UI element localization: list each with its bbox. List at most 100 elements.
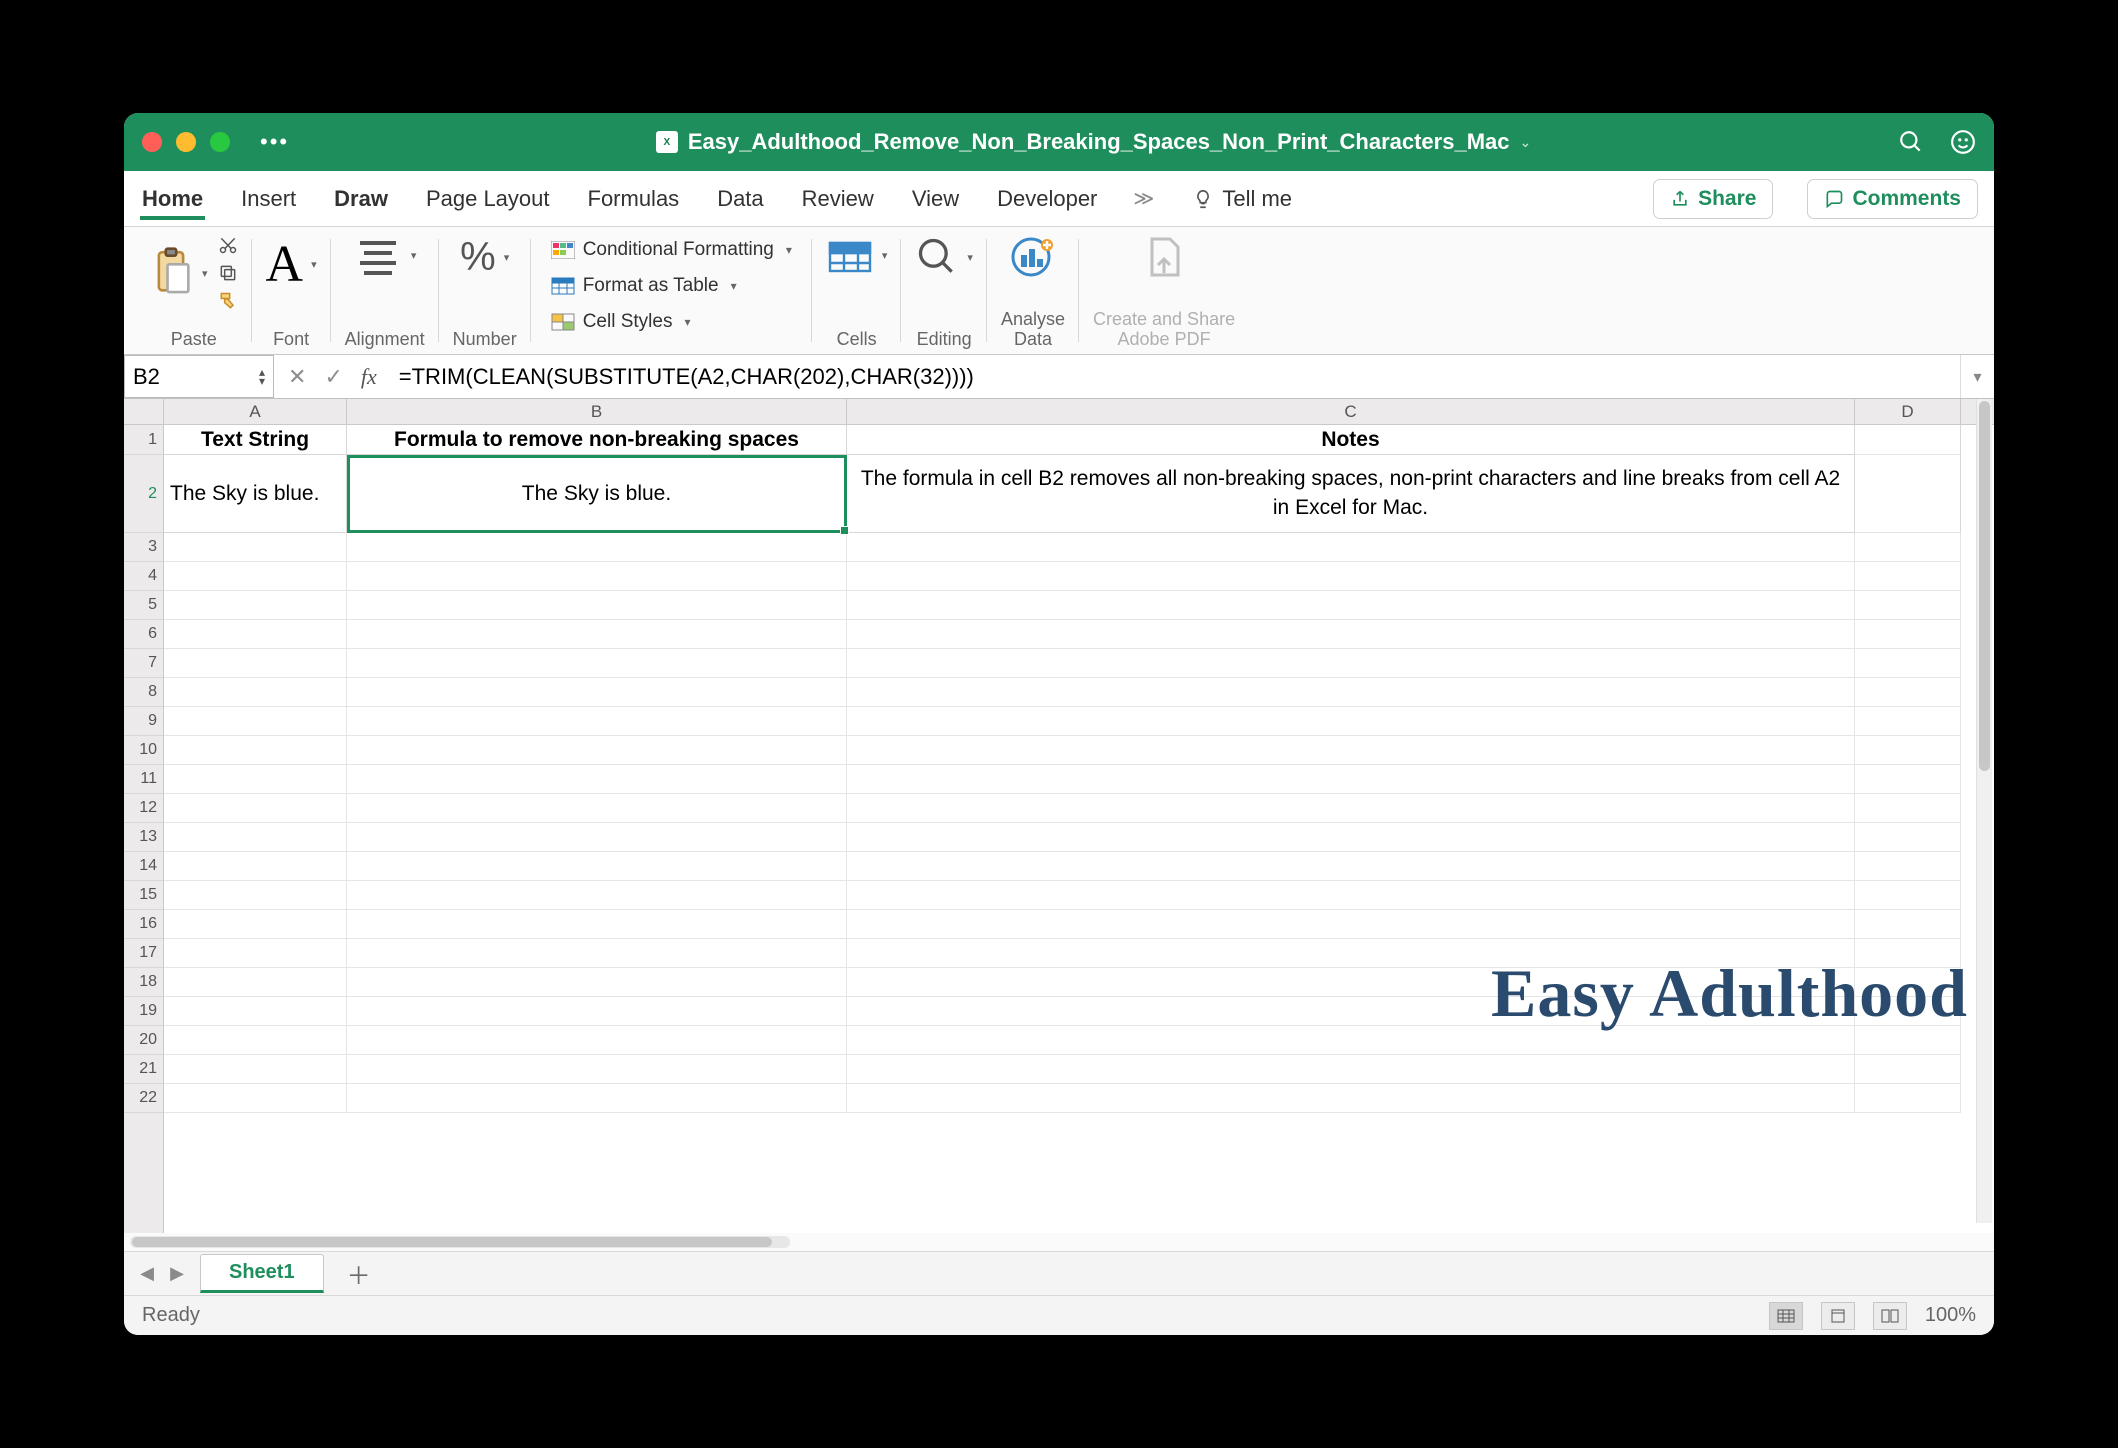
- cell-D9[interactable]: [1855, 707, 1961, 736]
- row-header-15[interactable]: 15: [124, 881, 163, 910]
- tabs-overflow-icon[interactable]: ≫: [1133, 186, 1154, 211]
- cell-D12[interactable]: [1855, 794, 1961, 823]
- cell-C21[interactable]: [847, 1055, 1855, 1084]
- row-header-21[interactable]: 21: [124, 1055, 163, 1084]
- cell-A12[interactable]: [164, 794, 347, 823]
- close-window-button[interactable]: [142, 132, 162, 152]
- cell-D8[interactable]: [1855, 678, 1961, 707]
- cancel-formula-icon[interactable]: ✕: [288, 364, 306, 390]
- analyse-data-icon[interactable]: [1009, 235, 1057, 279]
- cell-B11[interactable]: [347, 765, 847, 794]
- cell-C6[interactable]: [847, 620, 1855, 649]
- col-header-D[interactable]: D: [1855, 399, 1961, 424]
- number-dropdown-icon[interactable]: ▾: [504, 251, 510, 264]
- cell-B10[interactable]: [347, 736, 847, 765]
- cell-A18[interactable]: [164, 968, 347, 997]
- tab-page-layout[interactable]: Page Layout: [424, 178, 552, 220]
- cell-D7[interactable]: [1855, 649, 1961, 678]
- row-header-12[interactable]: 12: [124, 794, 163, 823]
- title-dropdown-icon[interactable]: ⌄: [1520, 134, 1532, 151]
- row-header-3[interactable]: 3: [124, 533, 163, 562]
- row-header-22[interactable]: 22: [124, 1084, 163, 1113]
- row-header-5[interactable]: 5: [124, 591, 163, 620]
- col-header-C[interactable]: C: [847, 399, 1855, 424]
- cell-A7[interactable]: [164, 649, 347, 678]
- tab-home[interactable]: Home: [140, 178, 205, 220]
- cell-A8[interactable]: [164, 678, 347, 707]
- cell-C2[interactable]: The formula in cell B2 removes all non-b…: [847, 455, 1855, 533]
- titlebar-overflow-button[interactable]: •••: [260, 129, 289, 155]
- cell-B14[interactable]: [347, 852, 847, 881]
- fullscreen-window-button[interactable]: [210, 132, 230, 152]
- cell-B5[interactable]: [347, 591, 847, 620]
- name-box-stepper[interactable]: ▴▾: [259, 368, 265, 386]
- tab-data[interactable]: Data: [715, 178, 765, 220]
- paste-icon[interactable]: [150, 247, 192, 299]
- row-header-16[interactable]: 16: [124, 910, 163, 939]
- cell-D16[interactable]: [1855, 910, 1961, 939]
- cell-B18[interactable]: [347, 968, 847, 997]
- cell-B3[interactable]: [347, 533, 847, 562]
- cell-B8[interactable]: [347, 678, 847, 707]
- format-painter-icon[interactable]: [218, 291, 238, 311]
- cell-C11[interactable]: [847, 765, 1855, 794]
- name-box[interactable]: B2 ▴▾: [124, 355, 274, 398]
- cell-styles-button[interactable]: Cell Styles ▾: [545, 307, 697, 337]
- row-header-4[interactable]: 4: [124, 562, 163, 591]
- alignment-dropdown-icon[interactable]: ▾: [411, 249, 417, 262]
- page-layout-view-button[interactable]: [1821, 1302, 1855, 1330]
- cell-B13[interactable]: [347, 823, 847, 852]
- tab-insert[interactable]: Insert: [239, 178, 298, 220]
- col-header-B[interactable]: B: [347, 399, 847, 424]
- cell-A6[interactable]: [164, 620, 347, 649]
- cell-C12[interactable]: [847, 794, 1855, 823]
- cell-D15[interactable]: [1855, 881, 1961, 910]
- tab-view[interactable]: View: [910, 178, 961, 220]
- cell-A19[interactable]: [164, 997, 347, 1026]
- zoom-level-label[interactable]: 100%: [1925, 1304, 1976, 1327]
- cell-A13[interactable]: [164, 823, 347, 852]
- page-break-view-button[interactable]: [1873, 1302, 1907, 1330]
- row-header-13[interactable]: 13: [124, 823, 163, 852]
- vertical-scrollbar[interactable]: [1976, 399, 1992, 1223]
- row-header-7[interactable]: 7: [124, 649, 163, 678]
- cells-dropdown-icon[interactable]: ▾: [882, 249, 888, 262]
- row-header-9[interactable]: 9: [124, 707, 163, 736]
- cell-B22[interactable]: [347, 1084, 847, 1113]
- row-header-6[interactable]: 6: [124, 620, 163, 649]
- cell-C1[interactable]: Notes: [847, 425, 1855, 455]
- cell-A1[interactable]: Text String: [164, 425, 347, 455]
- horizontal-scrollbar[interactable]: [130, 1236, 790, 1248]
- next-sheet-button[interactable]: ▶: [162, 1263, 192, 1284]
- cell-A17[interactable]: [164, 939, 347, 968]
- minimize-window-button[interactable]: [176, 132, 196, 152]
- cell-A4[interactable]: [164, 562, 347, 591]
- row-header-20[interactable]: 20: [124, 1026, 163, 1055]
- cell-B21[interactable]: [347, 1055, 847, 1084]
- font-icon[interactable]: A: [266, 235, 304, 294]
- cell-C22[interactable]: [847, 1084, 1855, 1113]
- cell-B17[interactable]: [347, 939, 847, 968]
- cell-C3[interactable]: [847, 533, 1855, 562]
- cell-C5[interactable]: [847, 591, 1855, 620]
- cell-B6[interactable]: [347, 620, 847, 649]
- cell-D22[interactable]: [1855, 1084, 1961, 1113]
- fx-icon[interactable]: fx: [361, 364, 377, 390]
- tab-draw[interactable]: Draw: [332, 178, 390, 220]
- cell-B19[interactable]: [347, 997, 847, 1026]
- cell-C7[interactable]: [847, 649, 1855, 678]
- cell-A3[interactable]: [164, 533, 347, 562]
- editing-dropdown-icon[interactable]: ▾: [967, 251, 973, 264]
- row-header-2[interactable]: 2: [124, 455, 163, 533]
- cell-C16[interactable]: [847, 910, 1855, 939]
- confirm-formula-icon[interactable]: ✓: [324, 364, 342, 390]
- search-icon[interactable]: [1898, 129, 1924, 155]
- number-format-icon[interactable]: %: [460, 235, 496, 280]
- cell-B16[interactable]: [347, 910, 847, 939]
- spreadsheet-grid[interactable]: 1 2 3 4 5 6 7 8 9 10 11 12 13 14 15 16 1…: [124, 399, 1994, 1233]
- row-header-14[interactable]: 14: [124, 852, 163, 881]
- tab-review[interactable]: Review: [800, 178, 876, 220]
- cell-B20[interactable]: [347, 1026, 847, 1055]
- cell-A11[interactable]: [164, 765, 347, 794]
- cell-C15[interactable]: [847, 881, 1855, 910]
